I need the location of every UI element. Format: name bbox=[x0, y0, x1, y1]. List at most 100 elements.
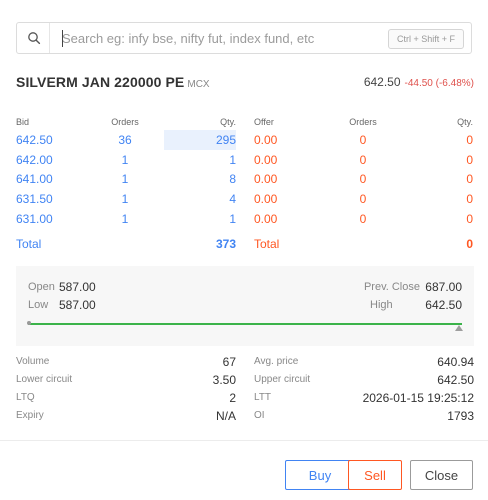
instrument-header: SILVERM JAN 220000 PE MCX 642.50 -44.50 (-… bbox=[16, 74, 474, 92]
price-change: -44.50 (-6.48%) bbox=[404, 78, 474, 89]
bid-orders-header: Orders bbox=[111, 117, 139, 127]
footer-divider bbox=[0, 440, 488, 441]
text-cursor bbox=[62, 30, 63, 47]
high-value: 642.50 bbox=[425, 298, 462, 312]
upper-circuit-label: Upper circuit bbox=[254, 374, 311, 385]
offer-price-header: Offer bbox=[254, 117, 274, 127]
offer-qty: 0 bbox=[466, 152, 473, 167]
prev-close-label: Prev. Close bbox=[363, 281, 420, 293]
exchange-label: MCX bbox=[187, 79, 210, 90]
bid-price[interactable]: 642.00 bbox=[16, 150, 86, 170]
last-traded-price: 642.50 -44.50 (-6.48%) bbox=[364, 75, 474, 89]
stat-upper-circuit: Upper circuit 642.50 bbox=[254, 373, 474, 392]
bid-total-label: Total bbox=[16, 236, 42, 251]
offer-price[interactable]: 0.00 bbox=[254, 189, 324, 209]
lower-circuit-value: 3.50 bbox=[212, 373, 236, 387]
bid-price[interactable]: 642.50 bbox=[16, 130, 86, 150]
lower-circuit-label: Lower circuit bbox=[16, 374, 73, 385]
bid-row[interactable]: 631.00 1 1 bbox=[16, 209, 236, 229]
search-icon[interactable] bbox=[27, 31, 41, 45]
expiry-value: N/A bbox=[215, 409, 236, 423]
volume-value: 67 bbox=[222, 355, 236, 369]
offer-row[interactable]: 0.00 0 0 bbox=[254, 150, 473, 170]
offer-qty: 0 bbox=[466, 192, 473, 207]
bid-price[interactable]: 641.00 bbox=[16, 170, 86, 190]
prev-close-value: 687.00 bbox=[425, 280, 462, 294]
ltp-value: 642.50 bbox=[363, 75, 401, 89]
avg-price-label: Avg. price bbox=[254, 356, 299, 367]
bid-depth-table: Bid Orders Qty. 642.50 36 295 642.00 1 1… bbox=[16, 114, 236, 255]
bid-qty: 295 bbox=[164, 130, 236, 150]
offer-row[interactable]: 0.00 0 0 bbox=[254, 130, 473, 150]
bid-total-row: Total 373 bbox=[16, 229, 236, 255]
bid-row[interactable]: 631.50 1 4 bbox=[16, 189, 236, 209]
search-bar[interactable]: Ctrl + Shift + F bbox=[16, 22, 472, 54]
oi-label: OI bbox=[254, 410, 265, 421]
stat-ltq: LTQ 2 bbox=[16, 391, 236, 410]
offer-depth-table: Offer Orders Qty. 0.00 0 0 0.00 0 0 0.00… bbox=[254, 114, 473, 255]
offer-row[interactable]: 0.00 0 0 bbox=[254, 209, 473, 229]
bid-orders: 1 bbox=[121, 172, 129, 187]
open-label: Open bbox=[28, 281, 55, 293]
offer-header-row: Offer Orders Qty. bbox=[254, 114, 473, 130]
bid-qty-header: Qty. bbox=[220, 117, 236, 127]
search-divider bbox=[49, 23, 50, 53]
offer-total-label: Total bbox=[254, 236, 280, 251]
offer-qty-header: Qty. bbox=[457, 117, 473, 127]
expiry-label: Expiry bbox=[16, 410, 44, 421]
low-label: Low bbox=[28, 299, 49, 311]
offer-total-value: 0 bbox=[466, 236, 473, 251]
bid-total-value: 373 bbox=[215, 236, 236, 251]
stat-volume: Volume 67 bbox=[16, 355, 236, 374]
offer-qty: 0 bbox=[466, 212, 473, 227]
offer-orders: 0 bbox=[359, 152, 367, 167]
offer-price[interactable]: 0.00 bbox=[254, 150, 324, 170]
open-value: 587.00 bbox=[59, 280, 96, 294]
bid-orders: 36 bbox=[118, 132, 132, 147]
close-button[interactable]: Close bbox=[410, 460, 473, 490]
offer-orders: 0 bbox=[359, 212, 367, 227]
day-range-bar bbox=[27, 321, 463, 331]
offer-qty: 0 bbox=[466, 172, 473, 187]
ltt-value: 2026-01-15 19:25:12 bbox=[362, 391, 474, 405]
search-input[interactable] bbox=[62, 27, 382, 49]
high-label: High bbox=[370, 299, 393, 311]
bid-row[interactable]: 642.50 36 295 bbox=[16, 130, 236, 150]
bid-row[interactable]: 642.00 1 1 bbox=[16, 150, 236, 170]
bid-price[interactable]: 631.50 bbox=[16, 189, 86, 209]
upper-circuit-value: 642.50 bbox=[437, 373, 474, 387]
bid-qty: 4 bbox=[229, 192, 236, 207]
offer-price[interactable]: 0.00 bbox=[254, 130, 324, 150]
offer-price[interactable]: 0.00 bbox=[254, 209, 324, 229]
bid-price[interactable]: 631.00 bbox=[16, 209, 86, 229]
ltt-label: LTT bbox=[254, 392, 272, 403]
offer-row[interactable]: 0.00 0 0 bbox=[254, 170, 473, 190]
low-value: 587.00 bbox=[59, 298, 96, 312]
avg-price-value: 640.94 bbox=[437, 355, 474, 369]
offer-total-row: Total 0 bbox=[254, 229, 473, 255]
offer-orders: 0 bbox=[359, 132, 367, 147]
instrument-name: SILVERM JAN 220000 PE bbox=[16, 74, 185, 90]
buy-button[interactable]: Buy bbox=[285, 460, 355, 490]
bid-qty: 1 bbox=[229, 212, 236, 227]
bid-orders: 1 bbox=[121, 152, 129, 167]
ltp-marker-icon bbox=[455, 325, 463, 331]
bid-row[interactable]: 641.00 1 8 bbox=[16, 170, 236, 190]
stat-ltt: LTT 2026-01-15 19:25:12 bbox=[254, 391, 474, 410]
offer-orders: 0 bbox=[359, 172, 367, 187]
bid-qty: 8 bbox=[229, 172, 236, 187]
ltq-value: 2 bbox=[229, 391, 236, 405]
offer-qty: 0 bbox=[466, 132, 473, 147]
sell-button[interactable]: Sell bbox=[348, 460, 402, 490]
offer-row[interactable]: 0.00 0 0 bbox=[254, 189, 473, 209]
search-shortcut-hint: Ctrl + Shift + F bbox=[387, 29, 464, 49]
oi-value: 1793 bbox=[447, 409, 474, 423]
offer-orders-header: Orders bbox=[349, 117, 377, 127]
stat-expiry: Expiry N/A bbox=[16, 409, 236, 428]
bid-orders: 1 bbox=[121, 192, 129, 207]
stat-lower-circuit: Lower circuit 3.50 bbox=[16, 373, 236, 392]
offer-total-spacer bbox=[324, 229, 402, 255]
ohlc-panel: Open 587.00 Low 587.00 Prev. Close 687.0… bbox=[16, 266, 474, 346]
low-marker-icon bbox=[27, 321, 31, 325]
offer-price[interactable]: 0.00 bbox=[254, 170, 324, 190]
